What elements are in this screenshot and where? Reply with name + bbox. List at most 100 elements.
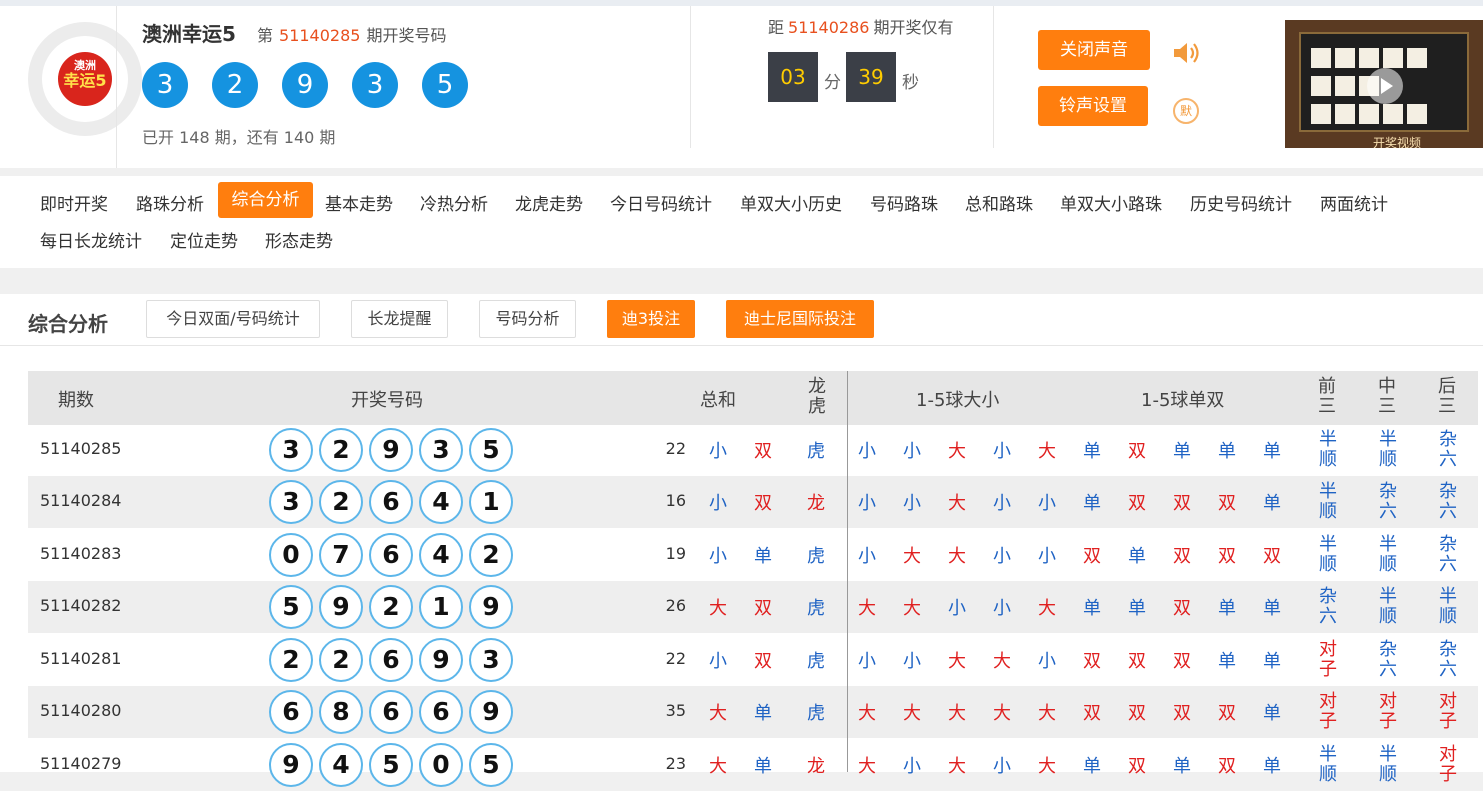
issue-number: 51140283: [40, 544, 122, 563]
table-row: 51140284 3 2 6 4 1 16 小 双 龙 小 小 大 小 小 单 双 双 双 单 半顺 杂六 杂六: [28, 476, 1478, 528]
draw-video-thumbnail[interactable]: 开奖视频: [1285, 20, 1483, 148]
number-ball: 5: [469, 743, 513, 787]
ball-odd-even: 单: [1263, 493, 1281, 514]
front-three-pattern: 对子: [1319, 691, 1337, 732]
nav-item[interactable]: 路珠分析: [136, 190, 204, 215]
sum-big-small: 大: [709, 703, 727, 724]
ball-big-small: 大: [858, 756, 876, 777]
ball-big-small: 大: [948, 703, 966, 724]
nav-item-active[interactable]: 综合分析: [218, 182, 313, 218]
nav-item[interactable]: 号码路珠: [870, 190, 938, 215]
ball-odd-even: 单: [1218, 598, 1236, 619]
number-ball: 9: [319, 585, 363, 629]
nav-item[interactable]: 历史号码统计: [1190, 190, 1292, 215]
issue-number: 51140284: [40, 491, 122, 510]
number-ball: 6: [269, 690, 313, 734]
ball-big-small: 大: [948, 441, 966, 462]
nav-item[interactable]: 龙虎走势: [515, 190, 583, 215]
long-dragon-button[interactable]: 长龙提醒: [351, 300, 448, 338]
front-three-pattern: 半顺: [1319, 429, 1337, 470]
ball-odd-even: 双: [1128, 756, 1146, 777]
number-ball: 2: [369, 585, 413, 629]
dragon-tiger: 虎: [807, 651, 825, 672]
issue-number: 51140281: [40, 649, 122, 668]
nav-item[interactable]: 两面统计: [1320, 190, 1388, 215]
sum-big-small: 小: [709, 651, 727, 672]
back-three-pattern: 杂六: [1439, 429, 1457, 470]
number-analysis-button[interactable]: 号码分析: [479, 300, 576, 338]
speaker-icon[interactable]: [1172, 40, 1202, 66]
ball-big-small: 大: [858, 598, 876, 619]
sum-big-small: 小: [709, 493, 727, 514]
header-issue: 期数: [58, 390, 94, 411]
ball-big-small: 大: [948, 756, 966, 777]
panel-title: 综合分析: [28, 312, 108, 336]
nav-item[interactable]: 总和路珠: [965, 190, 1033, 215]
front-three-pattern: 对子: [1319, 639, 1337, 680]
number-ball: 5: [369, 743, 413, 787]
ball-odd-even: 双: [1173, 546, 1191, 567]
ball-big-small: 大: [903, 598, 921, 619]
ball-big-small: 小: [903, 756, 921, 777]
ringtone-settings-button[interactable]: 铃声设置: [1038, 86, 1148, 126]
ball-big-small: 小: [1038, 493, 1056, 514]
nav-item[interactable]: 冷热分析: [420, 190, 488, 215]
nav-item[interactable]: 形态走势: [265, 227, 333, 252]
nav-item[interactable]: 定位走势: [170, 227, 238, 252]
default-ringtone-icon[interactable]: 默: [1173, 98, 1199, 124]
winning-ball: 2: [212, 62, 258, 108]
ball-big-small: 小: [1038, 546, 1056, 567]
ball-odd-even: 单: [1083, 493, 1101, 514]
video-caption: 开奖视频: [1373, 136, 1422, 148]
ball-big-small: 小: [993, 546, 1011, 567]
ball-big-small: 大: [903, 546, 921, 567]
divider: [116, 6, 117, 168]
number-ball: 6: [369, 638, 413, 682]
front-three-pattern: 半顺: [1319, 481, 1337, 522]
sum-big-small: 小: [709, 546, 727, 567]
ball-odd-even: 双: [1218, 756, 1236, 777]
number-ball: 6: [369, 690, 413, 734]
ball-odd-even: 单: [1083, 598, 1101, 619]
ball-big-small: 大: [993, 651, 1011, 672]
header-middle-three: 中三: [1378, 376, 1396, 417]
today-stats-button[interactable]: 今日双面/号码统计: [146, 300, 320, 338]
mute-sound-button[interactable]: 关闭声音: [1038, 30, 1150, 70]
play-icon[interactable]: [1367, 68, 1403, 104]
nav-item[interactable]: 每日长龙统计: [40, 227, 142, 252]
ball-big-small: 大: [948, 651, 966, 672]
front-three-pattern: 半顺: [1319, 534, 1337, 575]
lottery-header: 澳洲 幸运5 澳洲幸运5 第 51140285 期开奖号码 3 2 9 3 5 已开…: [0, 6, 1483, 168]
sum-odd-even: 双: [754, 493, 772, 514]
nav-item[interactable]: 基本走势: [325, 190, 393, 215]
number-ball: 9: [269, 743, 313, 787]
sum-big-small: 小: [709, 441, 727, 462]
winning-ball: 9: [282, 62, 328, 108]
nav-item[interactable]: 即时开奖: [40, 190, 108, 215]
ball-odd-even: 单: [1173, 756, 1191, 777]
ball-big-small: 小: [993, 441, 1011, 462]
header-sum: 总和: [700, 390, 736, 411]
analysis-nav: 即时开奖 路珠分析 综合分析 基本走势 冷热分析 龙虎走势 今日号码统计 单双大…: [0, 176, 1483, 268]
nav-item[interactable]: 单双大小路珠: [1060, 190, 1162, 215]
seconds-unit: 秒: [902, 73, 919, 93]
ball-big-small: 小: [858, 493, 876, 514]
ball-odd-even: 双: [1083, 651, 1101, 672]
ball-odd-even: 单: [1263, 703, 1281, 724]
ball-big-small: 小: [1038, 651, 1056, 672]
ball-odd-even: 双: [1263, 546, 1281, 567]
nav-item[interactable]: 今日号码统计: [610, 190, 712, 215]
number-ball: 0: [269, 533, 313, 577]
bet-button-2[interactable]: 迪士尼国际投注: [726, 300, 874, 338]
sum-odd-even: 双: [754, 441, 772, 462]
ball-big-small: 小: [948, 598, 966, 619]
ball-big-small: 大: [1038, 598, 1056, 619]
number-ball: 4: [419, 533, 463, 577]
sum-odd-even: 双: [754, 598, 772, 619]
bet-button-1[interactable]: 迪3投注: [607, 300, 695, 338]
number-ball: 2: [469, 533, 513, 577]
ball-odd-even: 单: [1128, 598, 1146, 619]
issue-number: 51140285: [40, 439, 122, 458]
nav-item[interactable]: 单双大小历史: [740, 190, 842, 215]
number-ball: 6: [419, 690, 463, 734]
